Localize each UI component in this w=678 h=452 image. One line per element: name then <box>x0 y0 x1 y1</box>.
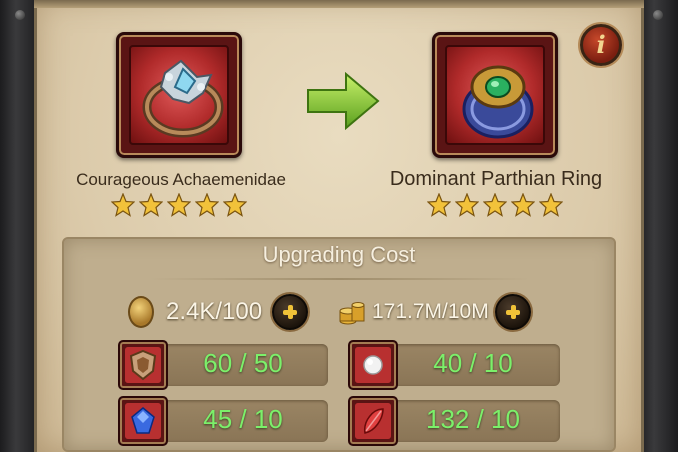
current-item-background <box>129 45 229 145</box>
add-medal-button[interactable] <box>272 294 309 330</box>
star-icon <box>139 193 163 217</box>
green-arrow-right-icon <box>307 72 380 130</box>
gold-resource: 171.7M/10M <box>338 294 531 330</box>
info-button[interactable]: i <box>580 24 622 66</box>
star-icon <box>455 193 479 217</box>
material-count: 45 / 10 <box>203 404 283 434</box>
blue-gem-icon <box>125 403 161 439</box>
cost-divider <box>150 278 530 280</box>
upgrading-cost-title: Upgrading Cost <box>262 242 416 267</box>
upgraded-item-background <box>445 45 545 145</box>
material-count: 60 / 50 <box>203 348 283 378</box>
upgraded-item-name: Dominant Parthian Ring <box>389 168 603 190</box>
star-icon <box>111 193 135 217</box>
gold-stack-icon <box>339 302 365 325</box>
material-count: 40 / 10 <box>433 348 513 378</box>
emerald-ring-icon <box>462 65 534 139</box>
star-icon <box>167 193 191 217</box>
star-icon <box>511 193 535 217</box>
current-item-slot[interactable] <box>116 32 242 158</box>
medal-resource: 2.4K/100 <box>128 294 309 330</box>
star-icon <box>195 193 219 217</box>
shield-crest-icon <box>125 347 161 383</box>
star-icon <box>223 193 247 217</box>
silver-ring-icon <box>142 59 224 138</box>
add-gold-button[interactable] <box>494 294 531 330</box>
star-icon <box>539 193 563 217</box>
frame-rivet <box>15 10 25 20</box>
upgraded-item-stars <box>427 193 563 217</box>
pearl-icon <box>355 347 391 383</box>
frame-right-border <box>638 0 678 452</box>
panel-top-border <box>34 0 644 8</box>
current-item-name: Courageous Achaemenidae <box>76 170 286 189</box>
material-count: 132 / 10 <box>426 404 520 434</box>
frame-rivet <box>653 10 663 20</box>
gold-amount: 171.7M/10M <box>372 300 489 323</box>
current-item-stars <box>111 193 247 217</box>
star-icon <box>483 193 507 217</box>
red-feather-icon <box>355 403 391 439</box>
star-icon <box>427 193 451 217</box>
medal-amount: 2.4K/100 <box>166 298 263 325</box>
medal-coin-icon <box>128 296 154 328</box>
upgraded-item-slot[interactable] <box>432 32 558 158</box>
